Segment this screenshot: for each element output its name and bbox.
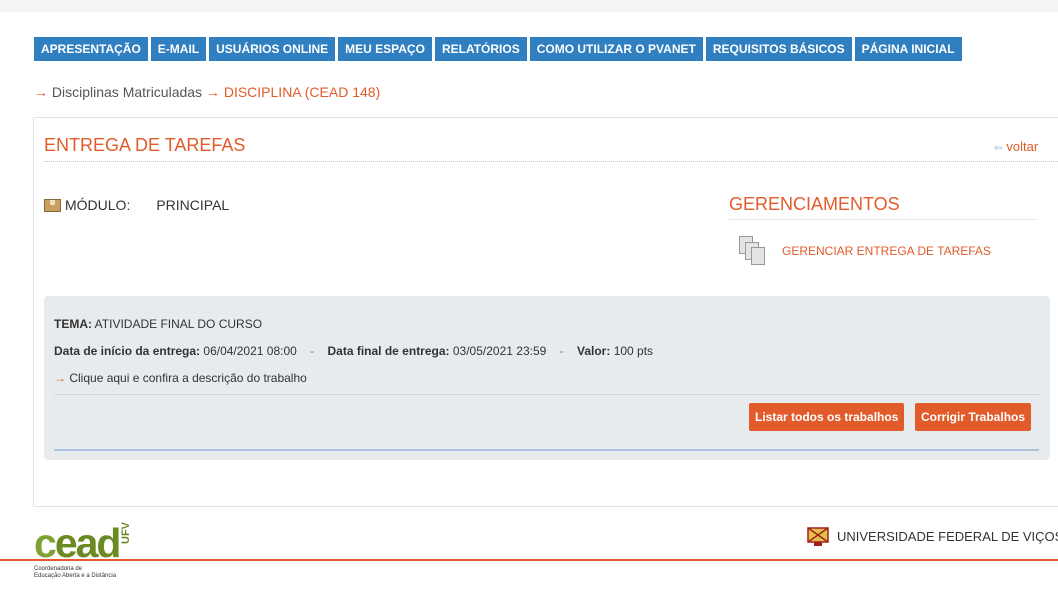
back-link[interactable]: ⇦ voltar — [994, 139, 1038, 154]
tarefas-panel: ENTREGA DE TAREFAS ⇦ voltar MÓDULO: PRINC… — [33, 117, 1058, 507]
datas-row: Data de início da entrega: 06/04/2021 08… — [54, 344, 653, 358]
documents-icon — [739, 236, 767, 266]
main-nav: APRESENTAÇÃO E-MAIL USUÁRIOS ONLINE MEU … — [34, 37, 965, 61]
valor-label: Valor: — [576, 344, 611, 358]
gerenciar-entrega-label: GERENCIAR ENTREGA DE TAREFAS — [782, 244, 991, 258]
box-icon — [44, 198, 61, 212]
listar-trabalhos-button[interactable]: Listar todos os trabalhos — [749, 403, 905, 431]
coordenadoria-text: Coordenadoria de Educação Aberta e a Dis… — [34, 566, 117, 579]
arrow-right-icon: → — [34, 84, 48, 100]
descricao-label: Clique aqui e confira a descrição do tra… — [69, 371, 307, 385]
footer-rule — [0, 559, 1058, 561]
breadcrumb-disciplina[interactable]: DISCIPLINA (CEAD 148) — [224, 84, 380, 100]
nav-como-utilizar[interactable]: COMO UTILIZAR O PVANET — [529, 37, 703, 61]
ufv-crest-icon — [807, 527, 829, 546]
tarefa-card: TEMA: ATIVIDADE FINAL DO CURSO Data de i… — [44, 296, 1050, 460]
arrow-right-icon: → — [54, 371, 66, 385]
university-name: UNIVERSIDADE FEDERAL DE VIÇOSA — [837, 528, 1058, 544]
inicio-label: Data de início da entrega: — [54, 344, 201, 358]
corrigir-trabalhos-button[interactable]: Corrigir Trabalhos — [915, 403, 1032, 431]
page-title: ENTREGA DE TAREFAS — [44, 135, 246, 155]
separator: - — [310, 344, 315, 358]
final-label: Data final de entrega: — [327, 344, 450, 358]
final-value: 03/05/2021 23:59 — [452, 344, 547, 358]
module-row: MÓDULO: PRINCIPAL — [44, 197, 229, 213]
cead-logo: cead UFV Coordenadoria de Educação Abert… — [34, 518, 164, 584]
separator: - — [559, 344, 564, 358]
arrow-right-icon: → — [205, 84, 220, 100]
divider — [44, 161, 1058, 162]
nav-usuarios-online[interactable]: USUÁRIOS ONLINE — [209, 37, 336, 61]
nav-meu-espaco[interactable]: MEU ESPAÇO — [338, 37, 432, 61]
breadcrumb-disciplinas[interactable]: Disciplinas Matriculadas — [52, 84, 202, 100]
back-label: voltar — [1006, 139, 1039, 154]
ufv-label: UFV — [120, 522, 132, 544]
nav-requisitos-basicos[interactable]: REQUISITOS BÁSICOS — [705, 37, 852, 61]
tema-label: TEMA: — [54, 317, 92, 331]
card-bottom-rule — [54, 449, 1039, 451]
top-band — [0, 0, 1058, 12]
ufv-brand: UNIVERSIDADE FEDERAL DE VIÇOSA — [805, 525, 1058, 547]
divider — [54, 394, 1039, 395]
nav-pagina-inicial[interactable]: PÁGINA INICIAL — [854, 37, 962, 61]
nav-apresentacao[interactable]: APRESENTAÇÃO — [34, 37, 148, 61]
nav-relatorios[interactable]: RELATÓRIOS — [434, 37, 527, 61]
divider — [729, 219, 1037, 220]
gerenciamentos-title: GERENCIAMENTOS — [729, 194, 900, 214]
nav-email[interactable]: E-MAIL — [150, 37, 207, 61]
tema-row: TEMA: ATIVIDADE FINAL DO CURSO — [54, 317, 262, 331]
back-arrow-icon: ⇦ — [994, 143, 1003, 154]
module-value: PRINCIPAL — [156, 197, 230, 213]
tema-value: ATIVIDADE FINAL DO CURSO — [94, 317, 263, 331]
valor-value: 100 pts — [613, 344, 654, 358]
gerenciar-entrega-link[interactable]: GERENCIAR ENTREGA DE TAREFAS — [739, 236, 991, 266]
module-label: MÓDULO: — [65, 197, 131, 213]
descricao-link[interactable]: → Clique aqui e confira a descrição do t… — [54, 371, 307, 385]
inicio-value: 06/04/2021 08:00 — [203, 344, 297, 358]
breadcrumb: → Disciplinas Matriculadas → DISCIPLINA … — [34, 84, 380, 100]
